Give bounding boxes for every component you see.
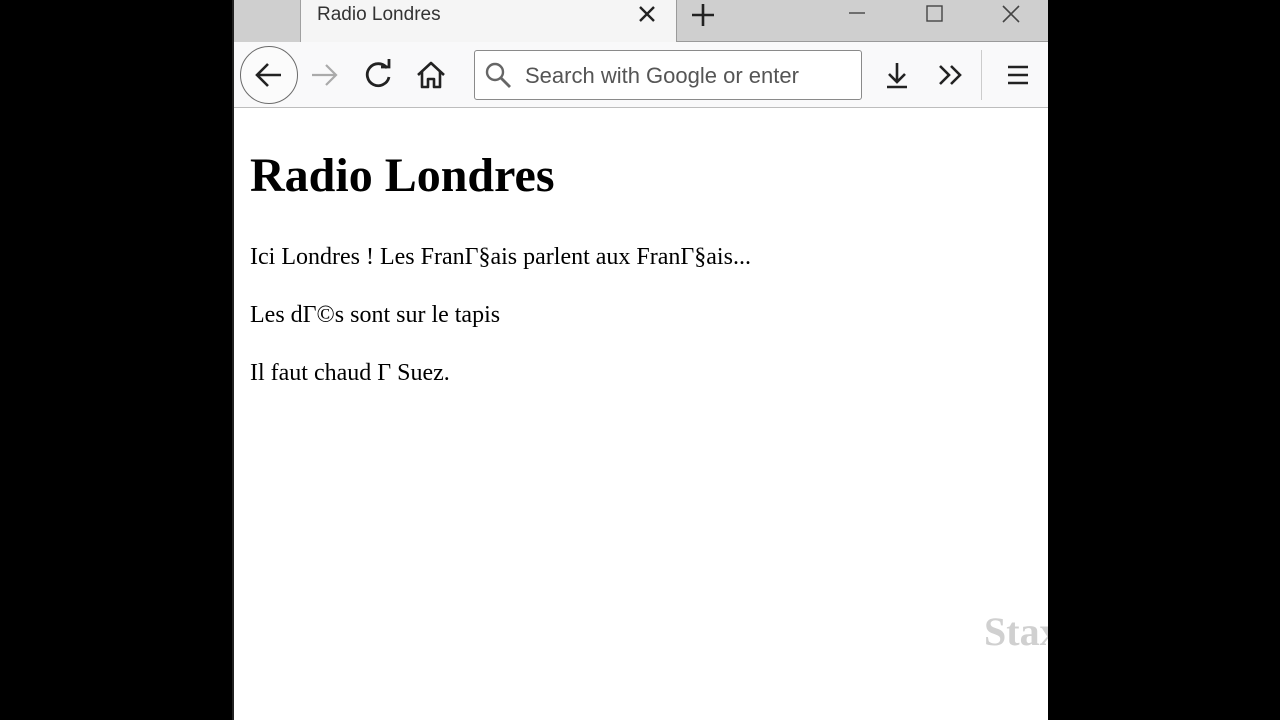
window-close-icon[interactable] xyxy=(996,2,1026,28)
hamburger-menu-icon[interactable] xyxy=(998,55,1038,95)
paragraph: Les dΓ©s sont sur le tapis xyxy=(250,302,501,328)
home-icon[interactable] xyxy=(411,55,451,95)
paragraph: Ici Londres ! Les FranΓ§ais parlent aux … xyxy=(250,244,751,270)
tab-title: Radio Londres xyxy=(317,4,441,25)
tab-strip-spacer xyxy=(234,0,301,42)
tab-bar: Radio Londres xyxy=(234,0,1048,42)
maximize-icon[interactable] xyxy=(919,2,949,28)
search-input[interactable] xyxy=(525,62,855,90)
page-title: Radio Londres xyxy=(250,149,555,202)
paragraph: Il faut chaud Γ Suez. xyxy=(250,360,450,386)
url-bar[interactable] xyxy=(474,50,862,100)
download-icon[interactable] xyxy=(877,55,917,95)
tab-radio-londres[interactable]: Radio Londres xyxy=(301,0,677,42)
nav-toolbar xyxy=(234,42,1048,108)
close-icon[interactable] xyxy=(635,2,659,26)
reload-icon[interactable] xyxy=(358,55,398,95)
back-arrow-icon[interactable] xyxy=(240,46,298,104)
overflow-chevron-icon[interactable] xyxy=(931,55,971,95)
watermark: Stax xyxy=(984,609,1048,654)
minimize-icon[interactable] xyxy=(842,2,872,28)
toolbar-separator xyxy=(981,50,982,100)
forward-arrow-icon[interactable] xyxy=(304,55,344,95)
new-tab-plus-icon[interactable] xyxy=(690,2,716,28)
page-content: Radio Londres Ici Londres ! Les FranΓ§ai… xyxy=(234,108,1048,720)
search-icon xyxy=(483,60,513,90)
browser-window: Radio Londres Search with Google or ente… xyxy=(232,0,1048,720)
